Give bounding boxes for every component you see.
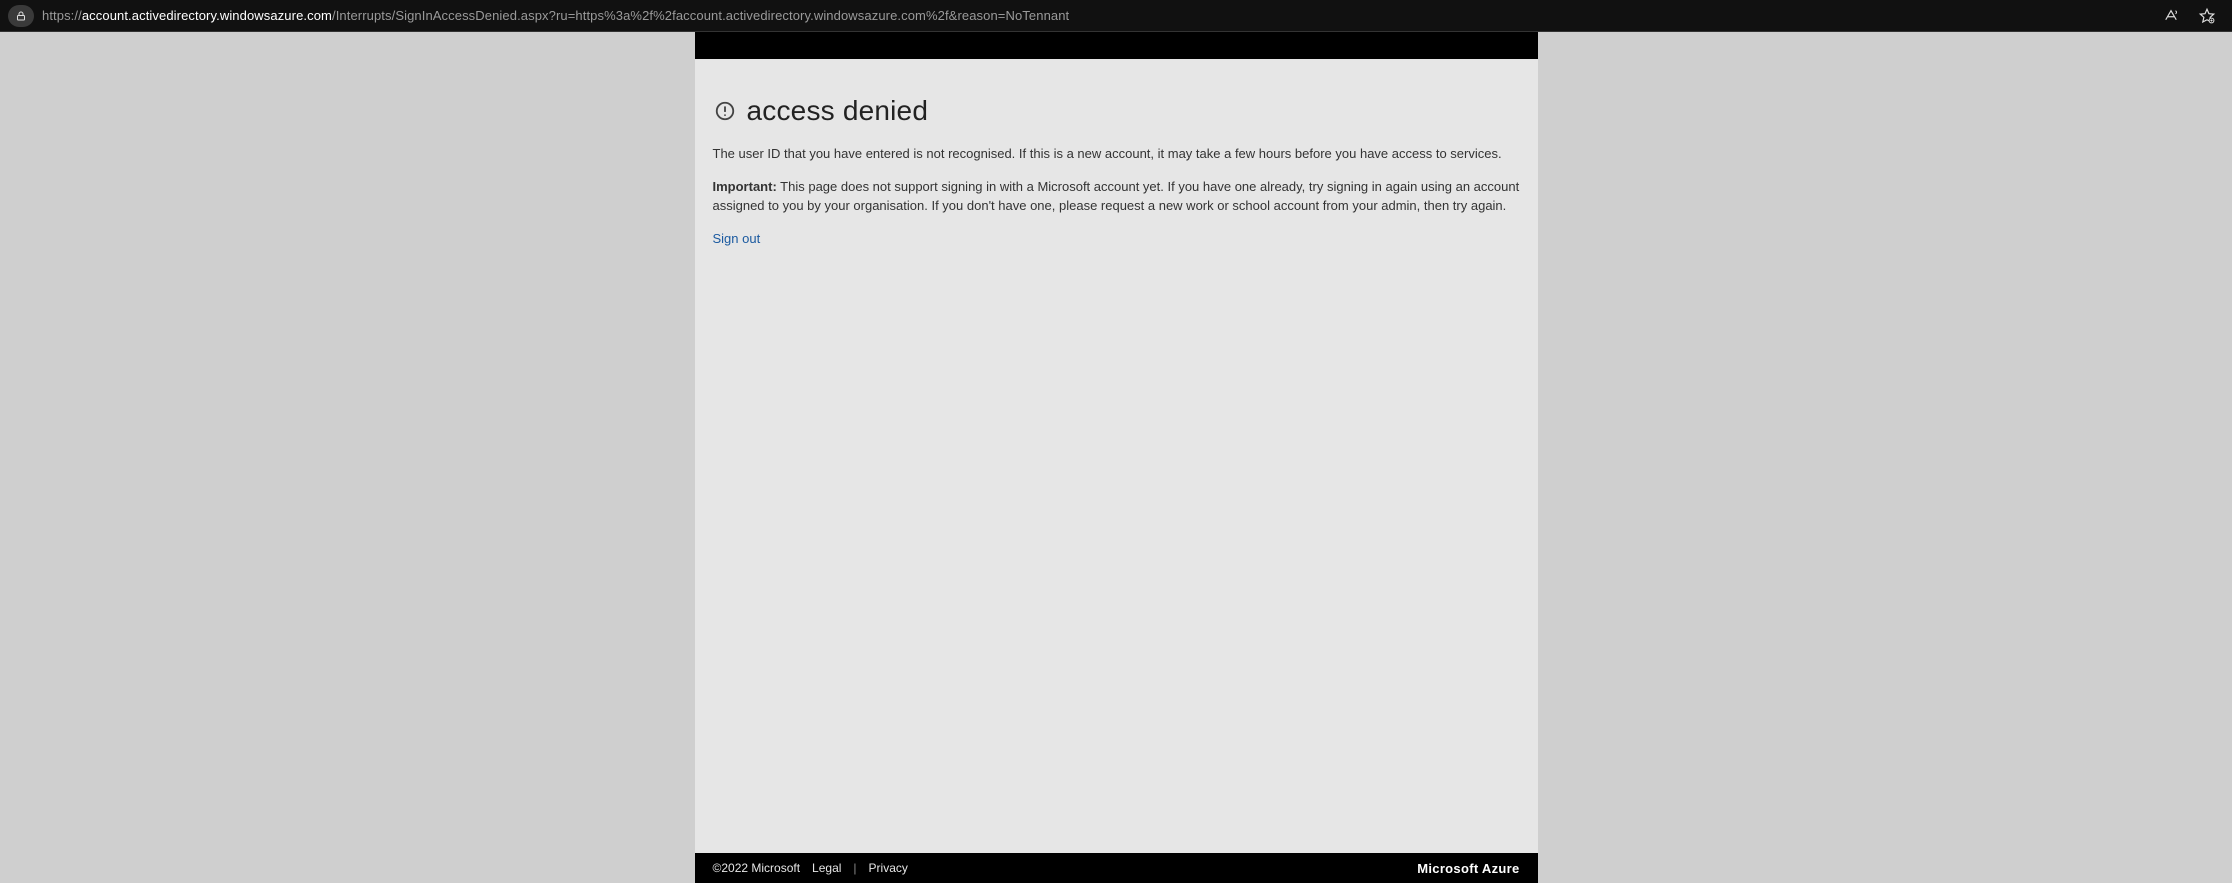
address-bar-url[interactable]: https://account.activedirectory.windowsa… [42, 8, 2152, 23]
error-icon [713, 99, 737, 123]
lock-icon [15, 10, 27, 22]
page-panel: access denied The user ID that you have … [695, 32, 1538, 883]
read-aloud-icon [2162, 7, 2180, 25]
footer-brand: Microsoft Azure [1417, 863, 1519, 875]
read-aloud-button[interactable] [2160, 5, 2182, 27]
important-text: This page does not support signing in wi… [713, 179, 1520, 213]
title-row: access denied [713, 95, 1520, 127]
page-footer: ©2022 Microsoft Legal | Privacy Microsof… [695, 853, 1538, 883]
footer-privacy-link[interactable]: Privacy [869, 861, 908, 875]
page-header-bar [695, 32, 1538, 59]
url-host: account.activedirectory.windowsazure.com [82, 8, 332, 23]
star-icon [2198, 7, 2216, 25]
page-body: access denied The user ID that you have … [695, 59, 1538, 853]
signout-link[interactable]: Sign out [713, 231, 761, 246]
footer-copyright: ©2022 Microsoft [713, 861, 801, 875]
address-bar-actions [2160, 5, 2224, 27]
footer-separator: | [853, 861, 856, 875]
browser-address-bar: https://account.activedirectory.windowsa… [0, 0, 2232, 32]
site-info-button[interactable] [8, 5, 34, 27]
footer-legal-link[interactable]: Legal [812, 861, 841, 875]
message-important: Important: This page does not support si… [713, 178, 1520, 216]
url-prefix: https:// [42, 8, 82, 23]
message-unrecognised: The user ID that you have entered is not… [713, 145, 1520, 164]
important-label: Important: [713, 179, 777, 194]
favorites-button[interactable] [2196, 5, 2218, 27]
page-title: access denied [747, 95, 929, 127]
url-path: /Interrupts/SignInAccessDenied.aspx?ru=h… [332, 8, 1069, 23]
viewport: access denied The user ID that you have … [0, 32, 2232, 883]
